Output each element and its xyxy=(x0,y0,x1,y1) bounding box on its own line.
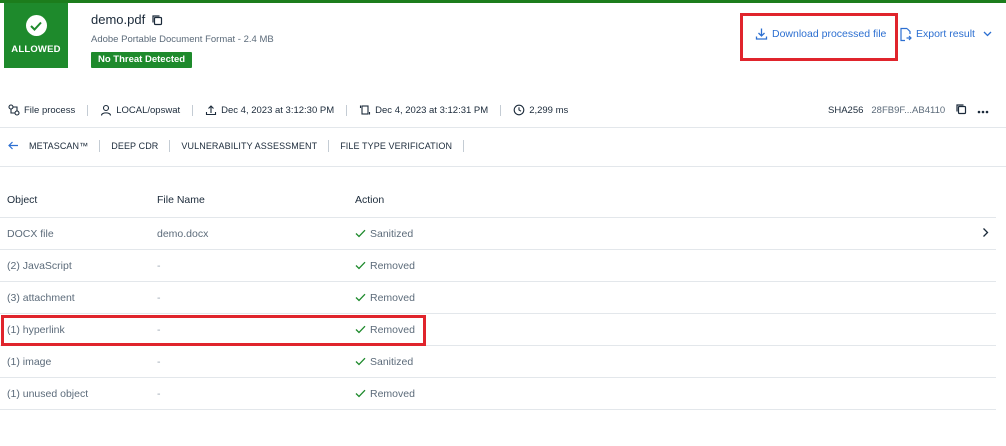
export-result-button[interactable]: Export result xyxy=(899,27,992,42)
threat-status-badge: No Threat Detected xyxy=(91,52,193,68)
chevron-right-icon[interactable] xyxy=(982,227,989,241)
chevron-down-icon xyxy=(983,28,992,40)
meta-divider xyxy=(87,104,89,116)
download-icon xyxy=(755,27,768,41)
meta-end-time-value: Dec 4, 2023 at 3:12:31 PM xyxy=(375,104,489,116)
action-text: Removed xyxy=(370,259,415,272)
cell-action: Removed xyxy=(348,260,648,272)
cell-file-name: demo.docx xyxy=(157,227,209,240)
meta-start-time: Dec 4, 2023 at 3:12:30 PM xyxy=(205,104,334,116)
cell-file-name: - xyxy=(157,387,161,400)
copy-hash-icon[interactable] xyxy=(955,103,967,118)
top-accent-strip xyxy=(0,0,1006,3)
header-action: Action xyxy=(355,194,385,206)
meta-user: LOCAL/opswat xyxy=(100,104,180,116)
table-row[interactable]: (1) unused object - Removed xyxy=(0,378,996,410)
cell-action: Removed xyxy=(348,388,648,400)
tab-metascan[interactable]: METASCAN™ xyxy=(29,141,88,151)
cell-object: (2) JavaScript xyxy=(7,259,72,272)
table-header-row: Object File Name Action xyxy=(0,183,996,218)
check-icon xyxy=(355,389,366,398)
tab-divider xyxy=(463,140,465,152)
verdict-tile: ALLOWED xyxy=(4,3,68,68)
check-circle-icon xyxy=(25,15,47,36)
cell-file-name: - xyxy=(157,291,161,304)
table-row[interactable]: (2) JavaScript - Removed xyxy=(0,250,996,282)
sha256-value: 28FB9F...AB4110 xyxy=(871,104,946,116)
tab-file-type-verification[interactable]: FILE TYPE VERIFICATION xyxy=(340,141,452,151)
check-icon xyxy=(355,357,366,366)
cell-action: Sanitized xyxy=(348,356,648,368)
sha256-area: SHA256 28FB9F...AB4110 xyxy=(828,103,989,117)
tab-vulnerability-assessment[interactable]: VULNERABILITY ASSESSMENT xyxy=(181,141,317,151)
row-highlight-box xyxy=(1,315,426,346)
user-icon xyxy=(101,104,112,116)
clock-icon xyxy=(513,104,525,116)
meta-process: File process xyxy=(8,104,75,116)
tab-divider xyxy=(328,140,330,152)
download-processed-file-button[interactable]: Download processed file xyxy=(755,27,886,41)
meta-divider xyxy=(192,104,194,116)
header-object: Object xyxy=(7,194,38,206)
divider-line xyxy=(0,166,1006,167)
tab-deep-cdr[interactable]: DEEP CDR xyxy=(111,141,158,151)
cell-action: Sanitized xyxy=(348,228,648,240)
cell-object: (1) unused object xyxy=(7,387,89,400)
export-button-label: Export result xyxy=(916,28,975,40)
result-tabs: METASCAN™ DEEP CDR VULNERABILITY ASSESSM… xyxy=(8,139,475,153)
refresh-file-icon xyxy=(360,105,371,115)
back-arrow-icon[interactable] xyxy=(8,140,19,152)
table-row[interactable]: (1) image - Sanitized xyxy=(0,346,996,378)
action-text: Removed xyxy=(370,387,415,400)
file-type: Adobe Portable Document Format - 2.4 MB xyxy=(91,34,274,45)
cell-action: Removed xyxy=(348,292,648,304)
check-icon xyxy=(355,293,366,302)
meta-duration-value: 2,299 ms xyxy=(529,104,569,116)
action-text: Removed xyxy=(370,291,415,304)
action-text: Sanitized xyxy=(370,355,414,368)
workflow-icon xyxy=(8,104,20,116)
action-text: Sanitized xyxy=(370,227,414,240)
check-icon xyxy=(355,229,366,238)
file-name: demo.pdf xyxy=(91,11,146,27)
meta-end-time: Dec 4, 2023 at 3:12:31 PM xyxy=(359,104,488,116)
table-row[interactable]: DOCX file demo.docx Sanitized xyxy=(0,218,996,250)
cell-file-name: - xyxy=(157,355,161,368)
cell-object: (1) image xyxy=(7,355,52,368)
copy-icon[interactable] xyxy=(151,13,163,26)
export-file-icon xyxy=(899,27,912,42)
cell-file-name: - xyxy=(157,259,161,272)
divider-line xyxy=(0,127,1006,128)
meta-duration: 2,299 ms xyxy=(513,104,568,116)
more-options-icon[interactable] xyxy=(977,105,989,115)
meta-process-label: File process xyxy=(24,104,76,116)
sha256-label: SHA256 xyxy=(828,104,864,116)
verdict-label: ALLOWED xyxy=(11,44,61,55)
cell-object: DOCX file xyxy=(7,227,54,240)
tab-divider xyxy=(169,140,171,152)
meta-start-time-value: Dec 4, 2023 at 3:12:30 PM xyxy=(221,104,335,116)
header-file-name: File Name xyxy=(157,194,205,206)
table-row[interactable]: (3) attachment - Removed xyxy=(0,282,996,314)
upload-icon xyxy=(206,105,217,116)
check-icon xyxy=(355,261,366,270)
meta-user-value: LOCAL/opswat xyxy=(116,104,181,116)
meta-divider xyxy=(346,104,348,116)
file-info: demo.pdf Adobe Portable Document Format … xyxy=(91,10,274,68)
meta-divider xyxy=(500,104,502,116)
cdr-results-table: Object File Name Action DOCX file demo.d… xyxy=(0,183,996,410)
download-button-label: Download processed file xyxy=(772,28,887,40)
tab-divider xyxy=(99,140,101,152)
cell-object: (3) attachment xyxy=(7,291,75,304)
